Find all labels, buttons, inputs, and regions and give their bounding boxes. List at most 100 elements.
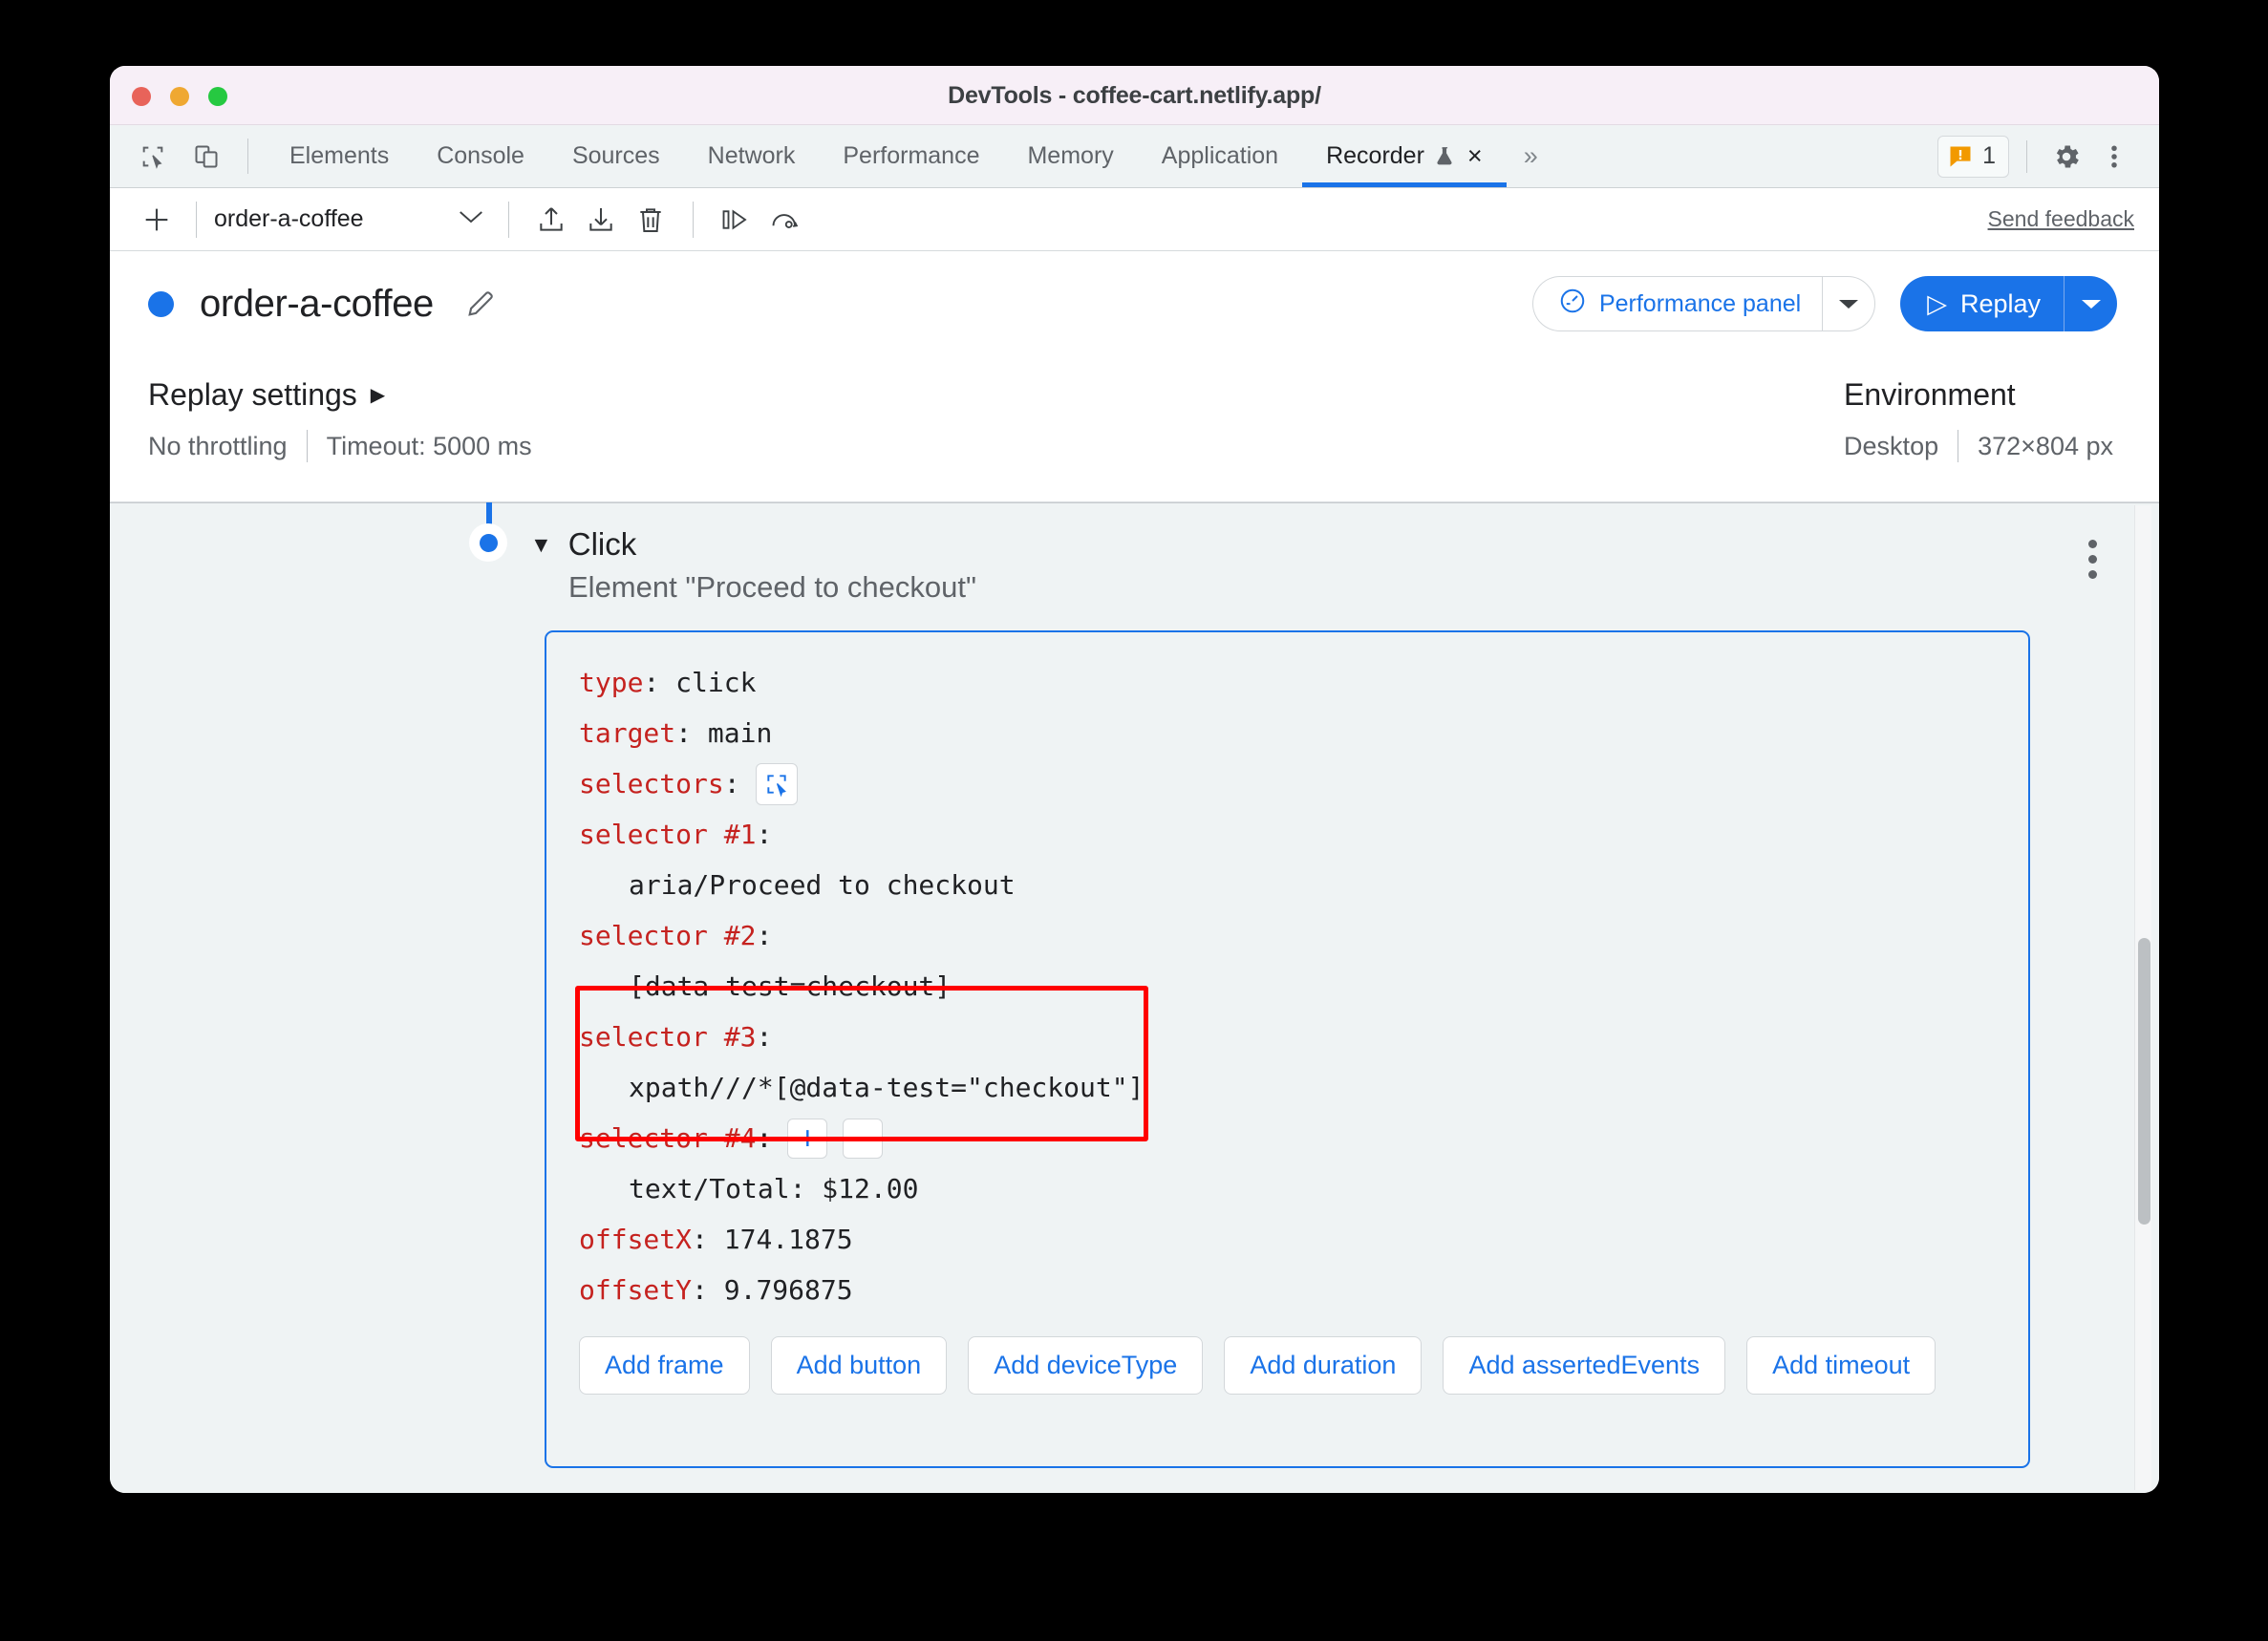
pencil-icon[interactable]: [464, 288, 497, 320]
step-timeline: [469, 502, 507, 1493]
devtools-tabs: Elements Console Sources Network Perform…: [266, 125, 1507, 187]
add-selector-button[interactable]: +: [787, 1118, 828, 1159]
tab-label: Console: [437, 142, 524, 169]
tab-label: Application: [1161, 142, 1279, 169]
add-recording-button[interactable]: [135, 198, 179, 242]
kebab-menu-icon[interactable]: [2092, 135, 2136, 179]
code-line-selector-4-key: selector #4: + −: [579, 1113, 1994, 1163]
devtools-tabstrip: Elements Console Sources Network Perform…: [110, 125, 2159, 188]
environment-title: Environment: [1844, 377, 2016, 413]
step-menu-icon[interactable]: [2084, 535, 2102, 584]
window-title: DevTools - coffee-cart.netlify.app/: [948, 82, 1321, 109]
step-title-row[interactable]: ▼ Click: [530, 526, 2102, 563]
minus-icon: −: [853, 1119, 873, 1157]
code-value: : 174.1875: [692, 1224, 853, 1255]
replay-button[interactable]: ▷ Replay: [1900, 276, 2064, 331]
scrollbar-thumb[interactable]: [2138, 938, 2150, 1225]
timeline-step-marker: [469, 523, 507, 562]
recording-title-group: order-a-coffee: [148, 283, 497, 326]
tab-console[interactable]: Console: [413, 125, 548, 187]
replay-settings-column: Replay settings ▶ No throttling Timeout:…: [148, 377, 532, 501]
recording-status-dot: [148, 290, 174, 317]
device-toolbar-icon[interactable]: [184, 135, 228, 179]
code-line-selectors: selectors:: [579, 758, 1994, 809]
tab-performance[interactable]: Performance: [819, 125, 1003, 187]
add-timeout-button[interactable]: Add timeout: [1746, 1336, 1936, 1395]
code-line-selector-2-key: selector #2:: [579, 910, 1994, 961]
steps-area: ▼ Click Element "Proceed to checkout" ty…: [110, 502, 2159, 1493]
viewport-value: 372×804 px: [1978, 431, 2113, 460]
replay-settings-label: Replay settings: [148, 377, 357, 412]
tab-recorder[interactable]: Recorder ×: [1302, 125, 1507, 187]
add-duration-button[interactable]: Add duration: [1224, 1336, 1423, 1395]
tabstrip-right-controls: 1: [1937, 125, 2136, 187]
close-icon[interactable]: ×: [1467, 143, 1483, 169]
performance-panel-button[interactable]: Performance panel: [1531, 276, 1823, 331]
tab-network[interactable]: Network: [684, 125, 820, 187]
gear-icon[interactable]: [2044, 135, 2088, 179]
send-feedback-link[interactable]: Send feedback: [1988, 206, 2134, 232]
tabstrip-tool-icons: [131, 125, 244, 187]
steps-list: ▼ Click Element "Proceed to checkout" ty…: [110, 502, 2159, 1493]
step-title: Click: [567, 526, 637, 562]
warning-badge[interactable]: 1: [1937, 135, 2009, 178]
replay-speed-icon[interactable]: [760, 198, 810, 242]
toolbar-divider-3: [693, 201, 694, 238]
performance-panel-label: Performance panel: [1598, 289, 1802, 317]
tab-label: Recorder: [1326, 142, 1424, 169]
add-button-button[interactable]: Add button: [770, 1336, 948, 1395]
inspect-element-icon[interactable]: [131, 135, 175, 179]
tab-label: Elements: [289, 142, 390, 169]
import-icon[interactable]: [576, 198, 626, 242]
more-tabs-icon[interactable]: »: [1507, 125, 1555, 187]
delete-icon[interactable]: [626, 198, 675, 242]
environment-column: Environment Desktop 372×804 px: [1844, 377, 2113, 501]
tab-label: Network: [707, 142, 796, 169]
code-line-offsety: offsetY: 9.796875: [579, 1265, 1994, 1315]
tab-elements[interactable]: Elements: [266, 125, 413, 187]
value-divider: [306, 430, 308, 462]
recording-selector[interactable]: order-a-coffee: [214, 205, 491, 233]
recording-header-actions: Performance panel ▷ Replay: [1531, 276, 2117, 331]
step-over-icon[interactable]: [711, 198, 760, 242]
replay-label: Replay: [1959, 288, 2041, 318]
plus-icon: +: [798, 1119, 818, 1157]
replay-dropdown[interactable]: [2064, 276, 2117, 331]
environment-values: Desktop 372×804 px: [1844, 430, 2113, 462]
toolbar-divider-2: [508, 201, 509, 238]
add-devicetype-button[interactable]: Add deviceType: [968, 1336, 1204, 1395]
code-value: : main: [675, 717, 773, 749]
steps-scrollbar[interactable]: [2134, 505, 2151, 1490]
toolbar-divider: [196, 201, 197, 238]
tab-label: Memory: [1027, 142, 1114, 169]
tab-memory[interactable]: Memory: [1003, 125, 1137, 187]
play-icon: ▷: [1927, 288, 1947, 318]
code-value: : 9.796875: [692, 1274, 853, 1306]
export-icon[interactable]: [526, 198, 576, 242]
chevron-right-icon: ▶: [370, 385, 386, 406]
code-line-type: type: click: [579, 657, 1994, 708]
code-line-selector-2-value: [data-test=checkout]: [629, 970, 952, 1002]
step-details-panel: type: click target: main selectors: sele…: [545, 630, 2030, 1468]
tab-label: Performance: [843, 142, 980, 169]
warning-icon: [1950, 146, 1971, 166]
performance-panel-dropdown[interactable]: [1822, 276, 1876, 331]
select-element-icon[interactable]: [755, 762, 798, 805]
recording-name: order-a-coffee: [200, 282, 434, 325]
add-frame-button[interactable]: Add frame: [579, 1336, 750, 1395]
tab-application[interactable]: Application: [1138, 125, 1302, 187]
throttling-value: No throttling: [148, 431, 288, 460]
settings-strip: Replay settings ▶ No throttling Timeout:…: [110, 356, 2159, 502]
code-key: type: [579, 667, 644, 698]
chevron-down-icon[interactable]: ▼: [530, 532, 552, 558]
code-colon: :: [756, 819, 773, 850]
timeout-value: Timeout: 5000 ms: [326, 431, 532, 460]
remove-selector-button[interactable]: −: [843, 1118, 884, 1159]
add-assertedevents-button[interactable]: Add assertedEvents: [1443, 1336, 1726, 1395]
replay-settings-toggle[interactable]: Replay settings ▶: [148, 377, 532, 413]
tab-sources[interactable]: Sources: [548, 125, 684, 187]
window-titlebar: DevTools - coffee-cart.netlify.app/: [110, 66, 2159, 125]
environment-label: Environment: [1844, 377, 2016, 412]
device-value: Desktop: [1844, 431, 1939, 460]
code-key: target: [579, 717, 676, 749]
